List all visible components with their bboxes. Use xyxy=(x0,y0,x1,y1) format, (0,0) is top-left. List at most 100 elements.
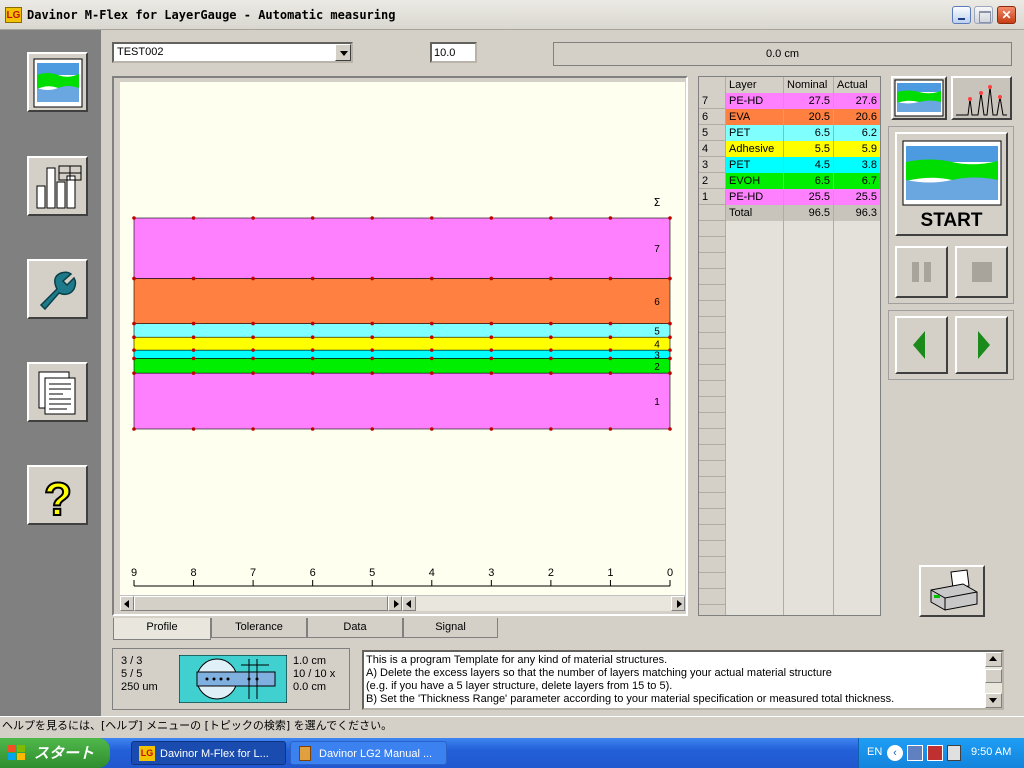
scroll-up-arrow[interactable] xyxy=(985,652,1002,667)
measurement-point xyxy=(489,348,494,352)
tab-data[interactable]: Data xyxy=(307,618,403,638)
x-tick-label: 2 xyxy=(548,567,554,579)
tab-signal[interactable]: Signal xyxy=(403,618,498,638)
report-button[interactable] xyxy=(27,362,88,422)
table-row-empty xyxy=(699,333,880,349)
measurement-point xyxy=(608,356,613,361)
cell-layer: PE-HD xyxy=(726,189,784,205)
cell-actual: 6.7 xyxy=(834,173,880,189)
empty-cell xyxy=(834,349,880,365)
range-input[interactable] xyxy=(430,42,477,63)
empty-cell xyxy=(726,237,784,253)
table-row-empty xyxy=(699,525,880,541)
scroll-mid-right-arrow[interactable] xyxy=(388,596,402,611)
table-row[interactable]: 2 EVOH 6.5 6.7 xyxy=(699,173,880,189)
x-tick-label: 8 xyxy=(190,567,196,579)
measurement-point xyxy=(489,427,494,431)
security-icon[interactable] xyxy=(927,745,943,761)
table-row-empty xyxy=(699,557,880,573)
measurement-point xyxy=(549,216,553,220)
table-row[interactable]: 5 PET 6.5 6.2 xyxy=(699,125,880,141)
measurement-point xyxy=(429,335,434,339)
cell-layer: PET xyxy=(726,157,784,173)
scroll-down-arrow[interactable] xyxy=(985,693,1002,708)
table-row[interactable]: 6 EVA 20.5 20.6 xyxy=(699,109,880,125)
profile-mode-button[interactable] xyxy=(891,76,947,120)
empty-cell xyxy=(784,253,834,269)
empty-cell xyxy=(834,413,880,429)
task-item-manual[interactable]: Davinor LG2 Manual ... xyxy=(290,741,447,765)
layer-band-3 xyxy=(133,349,671,359)
empty-cell xyxy=(726,445,784,461)
cell-actual: 27.6 xyxy=(834,93,880,109)
empty-cell xyxy=(699,509,726,525)
tab-profile[interactable]: Profile xyxy=(113,618,211,640)
empty-cell xyxy=(834,365,880,381)
measurement-point xyxy=(429,427,434,431)
measurement-point xyxy=(191,216,196,220)
pause-button[interactable] xyxy=(895,246,948,298)
measurement-point xyxy=(489,276,494,281)
empty-cell xyxy=(784,605,834,615)
measurement-file-select[interactable]: TEST002 xyxy=(112,42,353,63)
file-select-value: TEST002 xyxy=(117,46,164,58)
previous-button[interactable] xyxy=(895,316,948,374)
print-button[interactable] xyxy=(919,565,985,617)
empty-cell xyxy=(726,285,784,301)
tray-expand-icon[interactable]: ‹ xyxy=(887,745,903,761)
cell-index: 2 xyxy=(699,173,726,189)
network-icon[interactable] xyxy=(907,745,923,761)
table-row[interactable]: 7 PE-HD 27.5 27.6 xyxy=(699,93,880,109)
start-button[interactable]: START xyxy=(895,132,1008,236)
table-row[interactable]: 3 PET 4.5 3.8 xyxy=(699,157,880,173)
scroll-thumb[interactable] xyxy=(985,669,1002,683)
scroll-mid-left-arrow[interactable] xyxy=(402,596,416,611)
empty-cell xyxy=(699,237,726,253)
table-row-empty xyxy=(699,477,880,493)
next-button[interactable] xyxy=(955,316,1008,374)
language-indicator[interactable]: EN xyxy=(867,746,882,758)
close-button[interactable]: ✕ xyxy=(997,6,1016,24)
start-menu-button[interactable]: スタート xyxy=(0,738,110,768)
empty-cell xyxy=(699,413,726,429)
empty-cell xyxy=(834,573,880,589)
table-row[interactable]: 1 PE-HD 25.5 25.5 xyxy=(699,189,880,205)
chart-scrollbar[interactable] xyxy=(120,595,685,611)
measurement-point xyxy=(310,371,315,375)
scan-count: 3 / 3 xyxy=(121,655,143,667)
table-row[interactable]: 4 Adhesive 5.5 5.9 xyxy=(699,141,880,157)
minimize-button[interactable] xyxy=(952,6,971,24)
empty-cell xyxy=(726,333,784,349)
scroll-right-arrow[interactable] xyxy=(671,596,685,611)
measurement-point xyxy=(429,321,434,326)
cell-layer: Total xyxy=(726,205,784,221)
empty-cell xyxy=(726,605,784,615)
measurement-point xyxy=(608,427,613,431)
settings-button[interactable] xyxy=(27,259,88,319)
description-scrollbar[interactable] xyxy=(985,652,1002,708)
cell-actual: 25.5 xyxy=(834,189,880,205)
x-tick-label: 6 xyxy=(310,567,316,579)
profile-view-button[interactable] xyxy=(27,52,88,112)
help-button[interactable]: ? xyxy=(27,465,88,525)
stop-button[interactable] xyxy=(955,246,1008,298)
empty-cell xyxy=(834,557,880,573)
layer-band-2 xyxy=(133,358,671,374)
measurement-point xyxy=(251,335,255,339)
description-box[interactable]: This is a program Template for any kind … xyxy=(362,650,1004,710)
maximize-button[interactable] xyxy=(974,6,993,24)
signal-mode-button[interactable] xyxy=(951,76,1012,120)
tab-tolerance[interactable]: Tolerance xyxy=(211,618,307,638)
empty-cell xyxy=(699,605,726,615)
empty-cell xyxy=(699,445,726,461)
scroll-left-arrow[interactable] xyxy=(120,596,134,611)
description-line: A) Delete the excess layers so that the … xyxy=(366,667,832,679)
scroll-thumb[interactable] xyxy=(134,596,388,611)
wrench-icon xyxy=(39,271,77,311)
chevron-down-icon[interactable] xyxy=(335,44,351,61)
empty-cell xyxy=(834,429,880,445)
signal-peaks-icon xyxy=(956,85,1007,116)
volume-icon[interactable] xyxy=(947,745,961,761)
statistics-button[interactable] xyxy=(27,156,88,216)
task-item-mflex[interactable]: LG Davinor M-Flex for L... xyxy=(131,741,286,765)
